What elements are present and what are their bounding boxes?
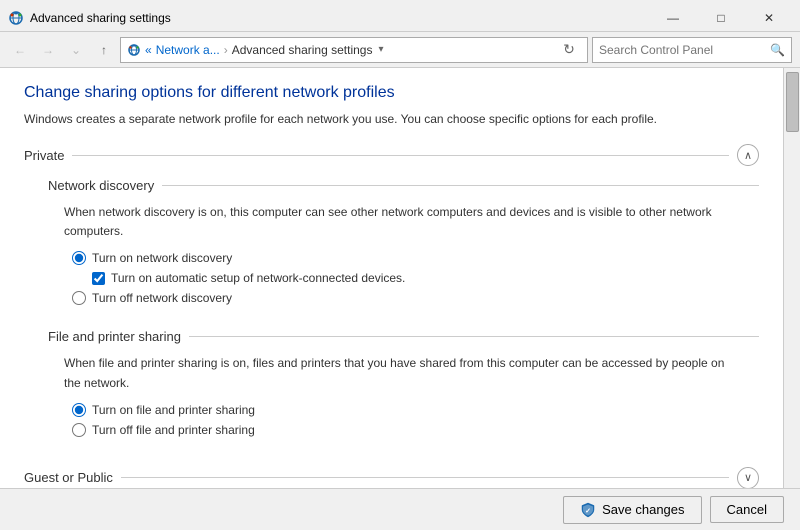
file-printer-options: Turn on file and printer sharing Turn of… xyxy=(48,403,759,437)
breadcrumb: « Network a... › Advanced sharing settin… xyxy=(120,37,588,63)
save-changes-button[interactable]: ✓ Save changes xyxy=(563,496,701,524)
content-wrapper: Change sharing options for different net… xyxy=(0,68,800,488)
breadcrumb-network[interactable]: « xyxy=(145,43,152,57)
forward-button[interactable]: → xyxy=(36,38,60,62)
title-bar: Advanced sharing settings — □ ✕ xyxy=(0,0,800,32)
window-icon xyxy=(8,10,24,26)
minimize-button[interactable]: — xyxy=(650,8,696,28)
guest-public-section[interactable]: Guest or Public ∨ xyxy=(24,461,759,488)
radio-nd-off[interactable]: Turn off network discovery xyxy=(72,291,735,305)
checkbox-nd-auto-input[interactable] xyxy=(92,272,105,285)
network-icon xyxy=(127,43,141,57)
file-printer-subsection: File and printer sharing When file and p… xyxy=(24,317,759,448)
page-title: Change sharing options for different net… xyxy=(24,84,759,102)
main-content: Change sharing options for different net… xyxy=(0,68,783,488)
back-button[interactable]: ← xyxy=(8,38,32,62)
search-icon: 🔍 xyxy=(770,43,785,57)
close-button[interactable]: ✕ xyxy=(746,8,792,28)
file-printer-line xyxy=(189,336,759,337)
address-bar: ← → ⌄ ↑ « Network a... › Advanced sharin… xyxy=(0,32,800,68)
cancel-label: Cancel xyxy=(727,502,767,517)
search-input[interactable] xyxy=(599,43,766,57)
up-button[interactable]: ↑ xyxy=(92,38,116,62)
file-printer-desc: When file and printer sharing is on, fil… xyxy=(48,354,759,392)
guest-public-line xyxy=(121,477,729,478)
save-changes-label: Save changes xyxy=(602,502,684,517)
cancel-button[interactable]: Cancel xyxy=(710,496,784,523)
radio-fps-on-label: Turn on file and printer sharing xyxy=(92,403,255,417)
footer: ✓ Save changes Cancel xyxy=(0,488,800,530)
network-discovery-line xyxy=(162,185,759,186)
search-bar: 🔍 xyxy=(592,37,792,63)
scrollbar[interactable] xyxy=(783,68,800,488)
shield-icon: ✓ xyxy=(580,502,596,518)
radio-fps-off[interactable]: Turn off file and printer sharing xyxy=(72,423,735,437)
breadcrumb-network-label[interactable]: Network a... xyxy=(156,43,220,57)
checkbox-nd-auto-label: Turn on automatic setup of network-conne… xyxy=(111,271,405,285)
refresh-button[interactable]: ↻ xyxy=(557,38,581,62)
radio-fps-on-input[interactable] xyxy=(72,403,86,417)
guest-public-toggle-icon[interactable]: ∨ xyxy=(737,467,759,488)
network-discovery-desc: When network discovery is on, this compu… xyxy=(48,203,759,241)
radio-nd-on-input[interactable] xyxy=(72,251,86,265)
svg-text:✓: ✓ xyxy=(585,508,591,515)
private-section-line xyxy=(72,155,729,156)
private-section-label: Private xyxy=(24,148,64,163)
radio-nd-off-label: Turn off network discovery xyxy=(92,291,232,305)
guest-public-label: Guest or Public xyxy=(24,470,113,485)
maximize-button[interactable]: □ xyxy=(698,8,744,28)
window-controls: — □ ✕ xyxy=(650,8,792,28)
window-title: Advanced sharing settings xyxy=(30,11,650,25)
breadcrumb-sep: › xyxy=(224,43,228,57)
page-description: Windows creates a separate network profi… xyxy=(24,110,759,128)
network-discovery-label: Network discovery xyxy=(48,178,759,193)
radio-fps-off-input[interactable] xyxy=(72,423,86,437)
private-section-header[interactable]: Private ∧ xyxy=(24,144,759,166)
breadcrumb-dropdown[interactable]: ▾ xyxy=(378,44,383,55)
radio-nd-on-label: Turn on network discovery xyxy=(92,251,232,265)
private-section: Private ∧ Network discovery When network… xyxy=(24,144,759,449)
file-printer-label: File and printer sharing xyxy=(48,329,759,344)
radio-nd-on[interactable]: Turn on network discovery xyxy=(72,251,735,265)
recent-locations-button[interactable]: ⌄ xyxy=(64,38,88,62)
checkbox-nd-auto[interactable]: Turn on automatic setup of network-conne… xyxy=(72,271,735,285)
breadcrumb-current: Advanced sharing settings xyxy=(232,43,373,57)
private-toggle-icon[interactable]: ∧ xyxy=(737,144,759,166)
radio-nd-off-input[interactable] xyxy=(72,291,86,305)
network-discovery-options: Turn on network discovery Turn on automa… xyxy=(48,251,759,305)
network-discovery-subsection: Network discovery When network discovery… xyxy=(24,166,759,317)
radio-fps-on[interactable]: Turn on file and printer sharing xyxy=(72,403,735,417)
scrollbar-thumb[interactable] xyxy=(786,72,799,132)
radio-fps-off-label: Turn off file and printer sharing xyxy=(92,423,255,437)
